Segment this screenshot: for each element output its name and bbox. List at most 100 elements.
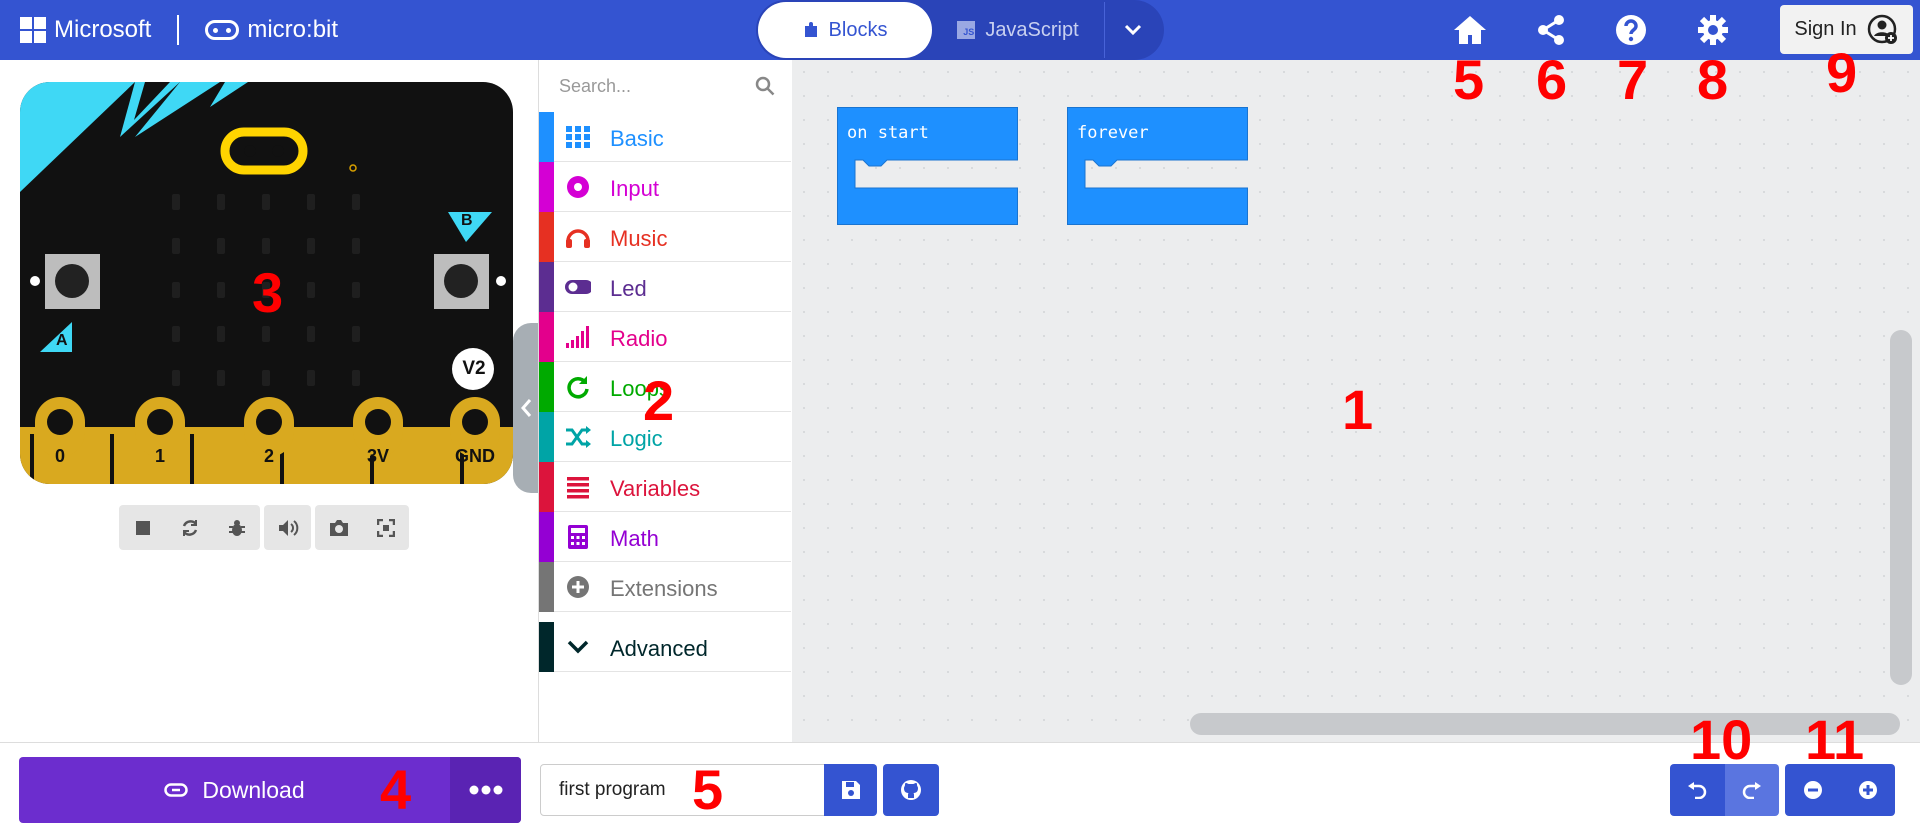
category-input[interactable]: Input xyxy=(539,162,791,212)
list-lines-icon xyxy=(567,477,589,499)
category-color-bar xyxy=(539,362,554,412)
category-led[interactable]: Led xyxy=(539,262,791,312)
pin-label-1[interactable]: 1 xyxy=(140,446,180,467)
category-basic[interactable]: Basic xyxy=(539,112,791,162)
tab-blocks[interactable]: Blocks xyxy=(758,2,932,58)
plus-circle-icon xyxy=(567,576,589,598)
vertical-scrollbar[interactable] xyxy=(1890,330,1912,685)
microsoft-label: Microsoft xyxy=(54,16,152,43)
brand[interactable]: Microsoft micro:bit xyxy=(20,0,338,60)
category-math[interactable]: Math xyxy=(539,512,791,562)
block-label: forever xyxy=(1077,123,1149,143)
category-color-bar xyxy=(539,312,554,362)
calculator-icon xyxy=(568,525,588,549)
editor-toggle: Blocks JS JavaScript xyxy=(756,0,1164,60)
zoom-out-button[interactable] xyxy=(1785,764,1840,816)
camera-icon xyxy=(329,519,348,536)
pin-label-gnd[interactable]: GND xyxy=(446,446,504,467)
category-music[interactable]: Music xyxy=(539,212,791,262)
sim-sound-group xyxy=(264,505,311,550)
search-input[interactable]: Search... xyxy=(559,76,631,97)
restart-icon xyxy=(182,519,197,536)
zoom-in-button[interactable] xyxy=(1840,764,1895,816)
share-button[interactable] xyxy=(1531,10,1571,50)
microbit-label: micro:bit xyxy=(247,16,339,43)
shuffle-icon xyxy=(566,426,591,448)
undo-icon xyxy=(1688,782,1707,799)
pin-label-3v[interactable]: 3V xyxy=(353,446,403,467)
tab-javascript-label: JavaScript xyxy=(985,18,1079,41)
gear-icon xyxy=(1698,15,1728,45)
simulator-controls xyxy=(119,505,409,550)
home-button[interactable] xyxy=(1450,10,1490,50)
category-variables[interactable]: Variables xyxy=(539,462,791,512)
settings-button[interactable] xyxy=(1693,10,1733,50)
category-color-bar xyxy=(539,262,554,312)
category-radio[interactable]: Radio xyxy=(539,312,791,362)
annotation-label: 5 xyxy=(692,758,724,821)
help-button[interactable] xyxy=(1611,10,1651,50)
block-label: on start xyxy=(847,123,929,143)
sign-in-label: Sign In xyxy=(1794,18,1857,40)
category-advanced[interactable]: Advanced xyxy=(539,622,791,672)
help-icon xyxy=(1616,15,1646,45)
pin-label-2[interactable]: 2 xyxy=(249,446,289,467)
category-color-bar xyxy=(539,512,554,562)
restart-button[interactable] xyxy=(166,505,213,550)
download-more-button[interactable] xyxy=(450,757,521,823)
redo-button[interactable] xyxy=(1724,764,1779,816)
microbit-logo-icon xyxy=(205,20,240,40)
category-color-bar xyxy=(539,622,554,672)
input-circle-icon xyxy=(567,176,589,198)
zoom-out-icon xyxy=(1803,781,1822,799)
category-color-bar xyxy=(539,462,554,512)
user-add-icon xyxy=(1867,14,1897,44)
search-icon xyxy=(755,76,775,96)
annotation-label: 9 xyxy=(1826,41,1858,104)
category-label: Extensions xyxy=(610,576,718,601)
chevron-down-icon xyxy=(1124,24,1141,36)
language-dropdown-button[interactable] xyxy=(1104,2,1160,58)
chevron-down-icon xyxy=(567,640,589,654)
pin-label-0[interactable]: 0 xyxy=(40,446,80,467)
forever-block[interactable]: forever xyxy=(1067,107,1248,225)
zoom-group xyxy=(1785,764,1895,816)
project-name-input[interactable]: first program xyxy=(540,764,825,816)
screenshot-button[interactable] xyxy=(315,505,362,550)
bug-icon xyxy=(228,519,245,536)
headphones-icon xyxy=(566,229,590,248)
sim-view-group xyxy=(315,505,409,550)
category-color-bar xyxy=(539,562,554,612)
annotation-label: 1 xyxy=(1342,378,1374,441)
editor-footer: Download first program xyxy=(0,742,1920,835)
collapse-simulator-button[interactable] xyxy=(513,323,539,493)
stop-button[interactable] xyxy=(119,505,166,550)
category-extensions[interactable]: Extensions xyxy=(539,562,791,612)
brand-divider xyxy=(177,15,180,45)
mute-button[interactable] xyxy=(264,505,311,550)
fullscreen-button[interactable] xyxy=(362,505,409,550)
save-button[interactable] xyxy=(824,764,877,816)
version-badge: V2 xyxy=(462,358,486,379)
on-start-block[interactable]: on start xyxy=(837,107,1018,225)
simulator-panel: V2 A B 0 1 2 3V GND xyxy=(0,60,538,742)
speaker-icon xyxy=(278,519,298,536)
redo-icon xyxy=(1742,782,1761,799)
annotation-label: 2 xyxy=(643,369,675,432)
js-icon: JS xyxy=(957,21,976,39)
stop-icon xyxy=(135,520,150,535)
tab-blocks-label: Blocks xyxy=(828,18,888,41)
button-b-label: B xyxy=(461,212,473,229)
usb-link-icon xyxy=(164,783,189,797)
annotation-label: 10 xyxy=(1690,708,1753,771)
tab-javascript[interactable]: JS JavaScript xyxy=(932,2,1104,58)
annotation-label: 3 xyxy=(252,261,284,324)
undo-button[interactable] xyxy=(1670,764,1725,816)
debug-button[interactable] xyxy=(213,505,260,550)
undo-redo-group xyxy=(1670,764,1779,816)
horizontal-scrollbar[interactable] xyxy=(1190,713,1900,735)
toolbox-search[interactable]: Search... xyxy=(539,60,791,112)
github-button[interactable] xyxy=(883,764,939,816)
annotation-label: 8 xyxy=(1697,48,1729,111)
category-label: Radio xyxy=(610,326,668,351)
